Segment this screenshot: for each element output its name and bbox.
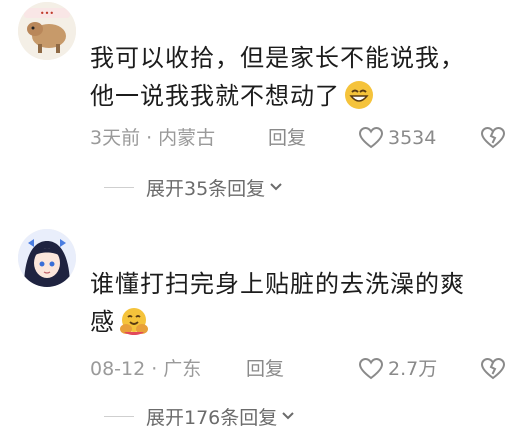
comment-meta: 08-12 · 广东 回复 2.7万 (90, 354, 520, 384)
like-button[interactable]: 2.7万 (358, 354, 437, 384)
comment-text-fragment: 感 (90, 308, 115, 336)
comment-item: 谁懂打扫完身上贴脏的去洗澡的爽 感 08-12 · 广东 回复 2.7万 展开1… (0, 0, 524, 441)
separator-dot: · (151, 358, 158, 380)
comment-text-line: 感 (90, 303, 510, 347)
like-count: 2.7万 (388, 358, 438, 380)
hugging-face-emoji-icon (119, 306, 149, 347)
comment-date-location: 08-12 · 广东 (90, 354, 201, 384)
avatar[interactable] (18, 229, 76, 287)
expand-replies-button[interactable]: 展开176条回复 (104, 401, 295, 431)
chevron-down-icon (282, 412, 294, 420)
heart-icon (358, 357, 384, 380)
comment-text-line: 谁懂打扫完身上贴脏的去洗澡的爽 (90, 270, 465, 298)
divider-line (104, 415, 134, 417)
reply-button[interactable]: 回复 (246, 354, 284, 384)
broken-heart-icon (480, 357, 506, 380)
dislike-button[interactable] (480, 357, 506, 390)
comment-location: 广东 (163, 358, 202, 380)
anime-girl-avatar-icon (18, 229, 76, 287)
comment-date: 08-12 (90, 358, 146, 380)
comment-text: 谁懂打扫完身上贴脏的去洗澡的爽 感 (90, 265, 510, 347)
expand-replies-label: 展开176条回复 (146, 406, 278, 429)
